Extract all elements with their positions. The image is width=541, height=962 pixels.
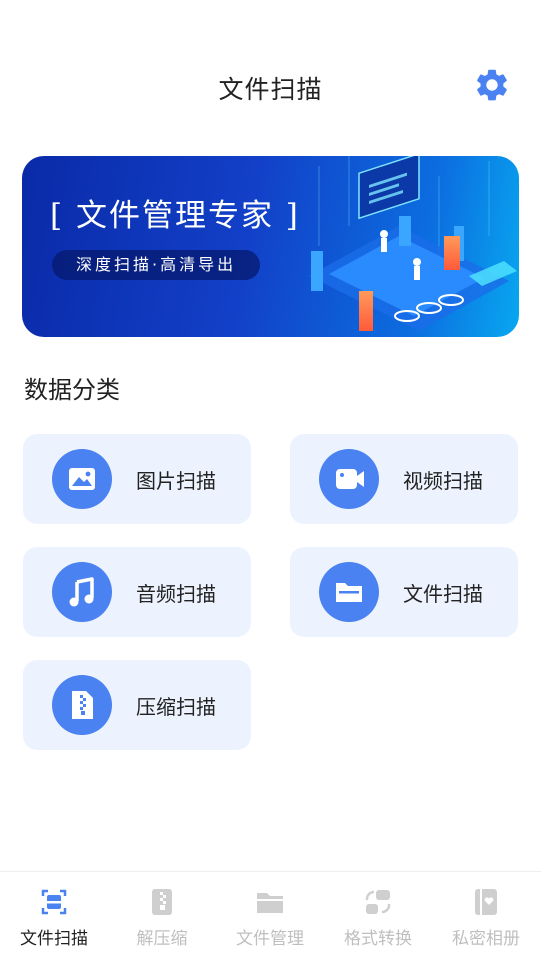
tab-label: 解压缩	[136, 929, 188, 949]
tab-file-manager[interactable]: 文件管理	[216, 872, 324, 962]
music-icon	[52, 562, 112, 622]
category-card-file[interactable]: 文件扫描	[290, 547, 518, 637]
scan-icon	[41, 889, 67, 915]
image-icon	[52, 449, 112, 509]
video-icon	[319, 449, 379, 509]
isometric-tech-illustration	[309, 156, 517, 331]
banner-subtitle: 深度扫描·高清导出	[52, 250, 261, 280]
tab-label: 文件扫描	[20, 929, 88, 949]
tab-label: 格式转换	[344, 929, 412, 949]
album-icon	[475, 889, 497, 915]
tab-label: 私密相册	[452, 929, 520, 949]
page-title: 文件扫描	[218, 75, 323, 104]
promo-banner[interactable]: [ 文件管理专家 ] 深度扫描·高清导出	[22, 156, 519, 337]
gear-icon[interactable]	[473, 66, 511, 104]
category-label: 图片扫描	[136, 469, 216, 493]
zip-icon	[152, 889, 172, 915]
category-card-video[interactable]: 视频扫描	[290, 434, 518, 524]
category-label: 视频扫描	[403, 469, 483, 493]
app-header: 文件扫描	[0, 60, 541, 112]
folder-icon	[319, 562, 379, 622]
category-label: 音频扫描	[136, 582, 216, 606]
tab-unzip[interactable]: 解压缩	[108, 872, 216, 962]
category-label: 压缩扫描	[136, 695, 216, 719]
category-card-zip[interactable]: 压缩扫描	[23, 660, 251, 750]
tab-private-album[interactable]: 私密相册	[432, 872, 540, 962]
zip-file-icon	[52, 675, 112, 735]
bottom-tab-bar: 文件扫描 解压缩 文件管理 格式转换 私密相册	[0, 871, 541, 962]
category-label: 文件扫描	[403, 582, 483, 606]
tab-format-convert[interactable]: 格式转换	[324, 872, 432, 962]
banner-headline: [ 文件管理专家 ]	[50, 198, 300, 234]
convert-icon	[365, 890, 391, 914]
folder-icon	[257, 893, 283, 913]
category-card-audio[interactable]: 音频扫描	[23, 547, 251, 637]
tab-label: 文件管理	[236, 929, 304, 949]
tab-file-scan[interactable]: 文件扫描	[0, 872, 108, 962]
section-title: 数据分类	[24, 376, 120, 404]
category-card-image[interactable]: 图片扫描	[23, 434, 251, 524]
